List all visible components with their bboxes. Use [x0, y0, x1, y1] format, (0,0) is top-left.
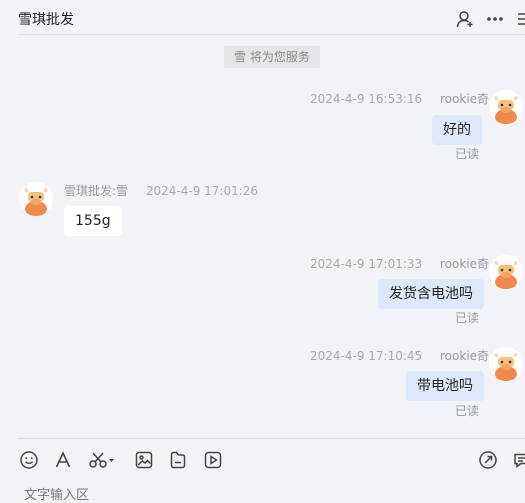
send-icon[interactable] [478, 450, 498, 470]
bull-avatar-icon [489, 90, 523, 124]
message-sender: rookie奇 [440, 349, 490, 363]
bull-avatar-icon [489, 255, 523, 289]
file-icon[interactable] [168, 450, 188, 470]
avatar[interactable] [489, 347, 523, 381]
add-user-icon[interactable] [456, 10, 474, 28]
font-icon[interactable] [53, 450, 73, 470]
message-sender: rookie奇 [440, 92, 490, 106]
chat-header: 雪琪批发 [0, 0, 525, 35]
avatar[interactable] [19, 182, 53, 216]
chat-title: 雪琪批发 [18, 12, 74, 28]
message-sender: rookie奇 [440, 257, 490, 271]
message-bubble[interactable]: 155g [64, 206, 122, 236]
message-sender: 雪琪批发:雪 [64, 184, 129, 198]
read-status: 已读 [455, 404, 480, 418]
message-time: 2024-4-9 17:10:45 [310, 349, 423, 363]
emoji-icon[interactable] [19, 450, 39, 470]
message-bubble[interactable]: 带电池吗 [406, 371, 484, 401]
message-meta: 雪琪批发:雪 2024-4-9 17:01:26 [64, 182, 258, 199]
header-divider [18, 34, 525, 35]
bull-avatar-icon [19, 182, 53, 216]
message-meta: 2024-4-9 17:10:45 rookie奇 [310, 347, 489, 364]
more-icon[interactable] [486, 10, 504, 28]
message-bubble[interactable]: 好的 [432, 115, 482, 145]
message-meta: 2024-4-9 17:01:33 rookie奇 [310, 255, 489, 272]
system-message: 雪 将为您服务 [224, 46, 320, 68]
toolbar-divider [18, 438, 525, 439]
message-icon[interactable] [512, 450, 525, 470]
read-status: 已读 [455, 147, 480, 161]
scissors-icon[interactable] [88, 450, 118, 470]
bull-avatar-icon [489, 347, 523, 381]
message-meta: 2024-4-9 16:53:16 rookie奇 [310, 90, 489, 107]
avatar[interactable] [489, 255, 523, 289]
avatar[interactable] [489, 90, 523, 124]
message-time: 2024-4-9 16:53:16 [310, 92, 423, 106]
message-input[interactable]: 文字输入区 [24, 484, 89, 503]
read-status: 已读 [455, 311, 480, 325]
video-icon[interactable] [203, 450, 223, 470]
message-time: 2024-4-9 17:01:33 [310, 257, 423, 271]
message-bubble[interactable]: 发货含电池吗 [378, 279, 484, 309]
image-icon[interactable] [134, 450, 154, 470]
list-icon[interactable] [515, 10, 525, 28]
message-time: 2024-4-9 17:01:26 [145, 184, 259, 198]
